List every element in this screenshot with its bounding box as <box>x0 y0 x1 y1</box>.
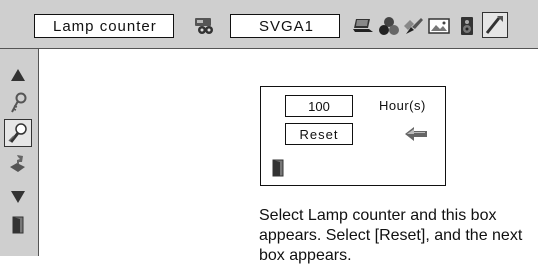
menu-bar: Lamp counter SVGA1 <box>0 0 538 49</box>
dialog-exit-icon[interactable] <box>271 159 285 177</box>
sound-icon[interactable] <box>456 16 478 36</box>
menu-title: Lamp counter <box>34 14 174 38</box>
left-arrow-icon <box>405 127 427 141</box>
lamp-counter-dialog: 100 Hour(s) Reset <box>260 86 446 186</box>
input-icon[interactable] <box>194 16 216 36</box>
down-arrow-icon[interactable] <box>4 183 32 211</box>
key-icon[interactable] <box>4 89 32 117</box>
setting-icon[interactable] <box>482 12 508 38</box>
lamp-setting-icon[interactable] <box>4 119 32 147</box>
image-icon[interactable] <box>378 16 400 36</box>
input-source-label: SVGA1 <box>230 14 340 38</box>
sidebar <box>0 49 39 256</box>
screen-adjust-icon[interactable] <box>428 16 450 36</box>
hours-value: 100 <box>285 95 353 117</box>
up-arrow-icon[interactable] <box>4 61 32 89</box>
image-adjust-icon[interactable] <box>402 16 424 36</box>
pc-adjust-icon[interactable] <box>352 16 374 36</box>
help-icon[interactable] <box>4 151 32 179</box>
exit-icon[interactable] <box>4 211 32 239</box>
reset-button[interactable]: Reset <box>285 123 353 145</box>
hours-unit-label: Hour(s) <box>379 98 426 113</box>
instruction-text: Select Lamp counter and this box appears… <box>259 207 523 264</box>
